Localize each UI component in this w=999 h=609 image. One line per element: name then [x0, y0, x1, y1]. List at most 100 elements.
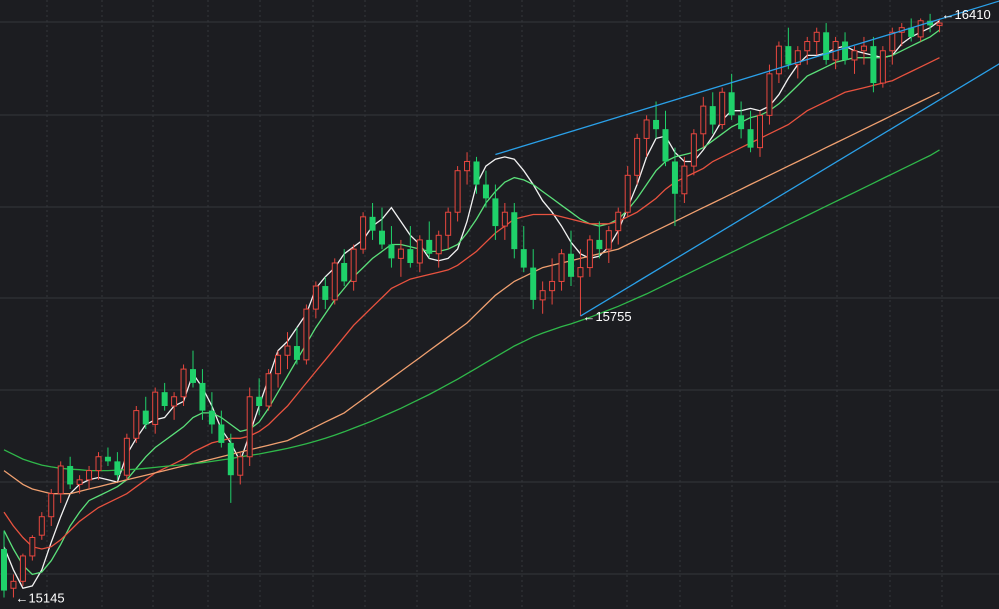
candle-body [775, 45, 782, 75]
candle-body [492, 198, 499, 227]
candle-body [180, 368, 187, 398]
candle-body [29, 536, 36, 557]
candle-body [246, 396, 253, 458]
candle-body [171, 396, 178, 407]
candle-body [350, 248, 357, 282]
candle-body [464, 160, 471, 172]
candle-body [568, 253, 574, 277]
candle-body [577, 267, 584, 278]
candle-body [10, 580, 17, 589]
candle-body [199, 382, 206, 411]
candle-body [738, 115, 745, 130]
candle [766, 64, 773, 125]
candle-body [123, 437, 130, 476]
candle-body [275, 354, 282, 375]
candle-body [936, 22, 943, 26]
candle [331, 258, 338, 305]
candle [133, 406, 140, 443]
candle-body [766, 73, 773, 116]
price-annotation: ←15755 [582, 309, 631, 324]
candle-body [860, 45, 867, 52]
candle-body [435, 234, 442, 255]
candle-body [917, 20, 924, 38]
candle-body [369, 216, 376, 231]
candle-body [473, 161, 480, 185]
candle-body [454, 170, 461, 213]
candle-body [190, 369, 196, 383]
candle-body [227, 442, 234, 476]
candle-body [851, 50, 858, 61]
candle-body [426, 239, 433, 254]
candle-body [407, 249, 414, 263]
candle-body [416, 239, 423, 264]
candle-body [615, 211, 622, 232]
candle-body [133, 410, 140, 439]
candle-body [539, 290, 546, 301]
candle-body [530, 267, 537, 300]
candle [19, 553, 26, 586]
candle-body [719, 91, 726, 126]
candle-body [19, 555, 26, 582]
candle-body [284, 345, 291, 356]
candle-body [142, 410, 149, 425]
candle-body [397, 248, 404, 259]
candle-body [558, 253, 565, 282]
candle-body [813, 31, 820, 43]
candle-body [293, 346, 300, 360]
candle-body [690, 133, 697, 167]
candle-body [48, 493, 55, 518]
candle-body [643, 119, 650, 139]
candle-body [322, 286, 329, 300]
candle-body [331, 262, 338, 301]
candle-body [785, 46, 792, 65]
candle-body [237, 456, 244, 476]
candle-body [511, 212, 518, 250]
candle-body [662, 129, 669, 162]
candle-body [634, 137, 641, 176]
candle-body [747, 129, 754, 148]
candle-body [671, 161, 678, 194]
candle-body [709, 106, 716, 125]
candle-body [86, 470, 93, 481]
candle-body [605, 230, 612, 250]
candle-body [114, 461, 121, 476]
candle-body [360, 216, 367, 250]
candle [246, 387, 253, 466]
candle-body [104, 456, 111, 462]
candle-body [67, 465, 74, 485]
candle [123, 433, 130, 480]
candle-body [520, 249, 527, 268]
candle-body [586, 239, 593, 269]
candle-body [653, 119, 660, 130]
candle-body [823, 32, 830, 60]
candle-body [38, 516, 45, 536]
candle-body [95, 456, 102, 472]
chart-canvas: ←16410 ←15755 ←15145 [0, 0, 999, 609]
candle-body [218, 424, 225, 443]
candle [38, 512, 45, 540]
candle [303, 304, 310, 365]
candle-body [312, 285, 319, 310]
candle-body [341, 262, 348, 282]
candle-body [57, 465, 64, 495]
candle-body [445, 211, 452, 236]
candle-body [265, 373, 272, 407]
candle-body [303, 308, 310, 361]
candle-body [889, 31, 896, 52]
candle-body [208, 410, 215, 425]
candle-body [482, 184, 489, 199]
candlestick-chart: ←16410 ←15755 ←15145 [0, 0, 999, 609]
candle-body [388, 244, 395, 259]
candle-body [879, 50, 886, 84]
candle [265, 369, 272, 411]
candle-body [870, 46, 877, 84]
candle [879, 46, 886, 88]
candle-body [161, 392, 168, 406]
candle-body [76, 479, 83, 485]
candle-body [379, 230, 385, 245]
candle [719, 87, 726, 130]
candle-body [842, 41, 849, 60]
candle-body [681, 165, 688, 195]
candle-body [152, 391, 159, 425]
candle-body [596, 239, 603, 250]
